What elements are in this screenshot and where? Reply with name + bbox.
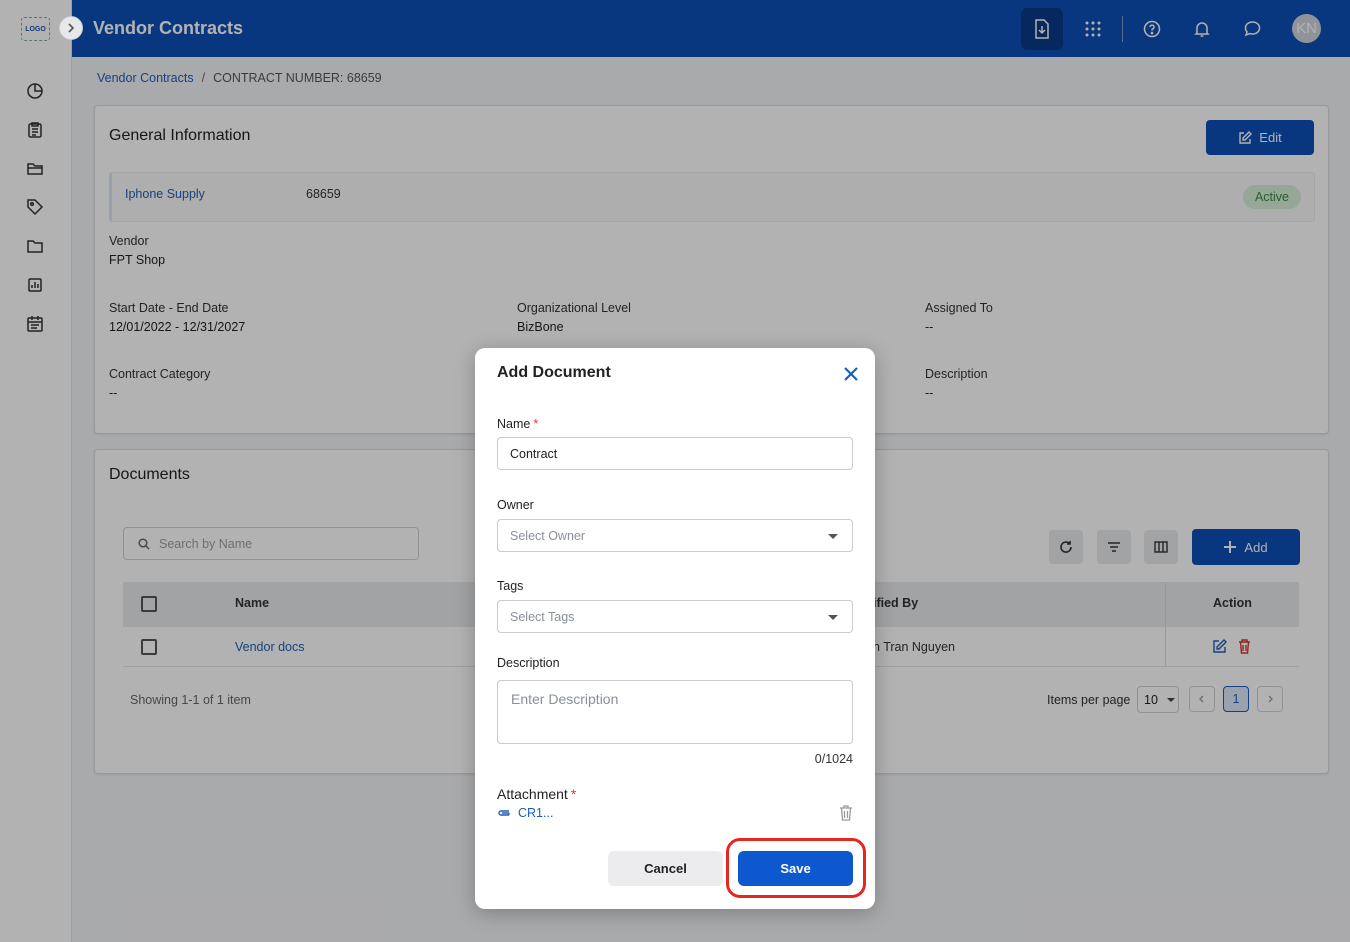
description-placeholder: Enter Description (511, 691, 619, 707)
owner-label: Owner (497, 498, 534, 512)
character-counter: 0/1024 (814, 752, 853, 766)
description-label: Description (497, 656, 560, 670)
tags-placeholder: Select Tags (510, 609, 575, 624)
name-input-value: Contract (510, 446, 558, 461)
attachment-filename: CR1... (518, 806, 554, 820)
owner-placeholder: Select Owner (510, 528, 586, 543)
name-input[interactable]: Contract (497, 437, 853, 470)
caret-down-icon (828, 534, 838, 539)
save-button-highlight (726, 838, 866, 898)
name-label: Name * (497, 417, 539, 431)
chevron-right-icon (68, 23, 75, 33)
caret-down-icon (828, 615, 838, 620)
paperclip-icon (498, 810, 510, 816)
close-icon[interactable] (843, 366, 859, 382)
trash-icon[interactable] (839, 805, 853, 821)
required-marker: * (533, 417, 539, 431)
required-marker: * (570, 786, 577, 802)
expand-sidebar-button[interactable] (59, 16, 83, 40)
dialog-title: Add Document (497, 364, 611, 381)
attachment-label: Attachment * (497, 786, 577, 802)
owner-select[interactable]: Select Owner (497, 519, 853, 552)
tags-select[interactable]: Select Tags (497, 600, 853, 633)
add-document-dialog: Add Document Name * Contract Owner Select… (475, 348, 875, 909)
tags-label: Tags (497, 579, 524, 593)
cancel-button[interactable]: Cancel (608, 851, 723, 886)
description-textarea[interactable]: Enter Description (497, 680, 853, 744)
attachment-file[interactable]: CR1... (497, 806, 553, 820)
